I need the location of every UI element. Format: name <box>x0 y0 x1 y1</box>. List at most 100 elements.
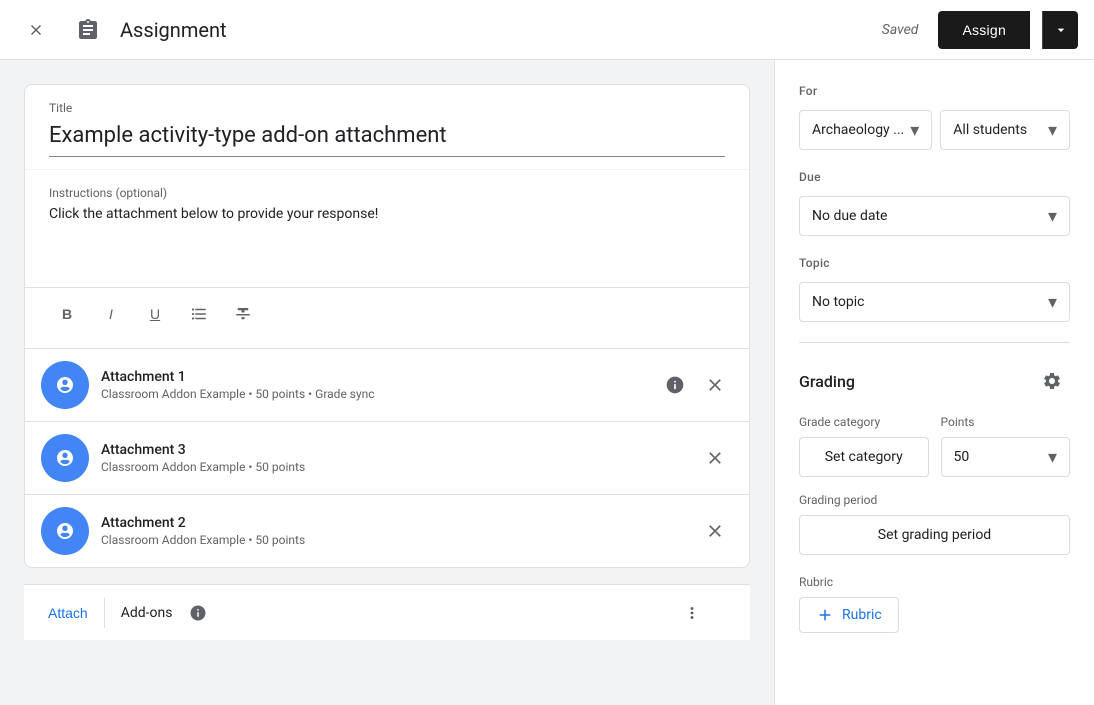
grade-row: Grade category Set category Points 50 ▾ <box>799 415 1070 477</box>
attachment-3-name: Attachment 3 <box>101 442 685 458</box>
due-dropdown[interactable]: No due date ▾ <box>799 196 1070 236</box>
instructions-label: Instructions (optional) <box>49 186 725 200</box>
close-icon <box>705 521 725 541</box>
info-icon <box>665 375 685 395</box>
for-row: Archaeology ... ▾ All students ▾ <box>799 110 1070 150</box>
grade-category-label: Grade category <box>799 415 929 429</box>
attachment-3-remove-button[interactable] <box>697 440 733 476</box>
gear-icon <box>1042 371 1062 391</box>
title-section: Title <box>25 85 749 157</box>
bold-button[interactable]: B <box>49 296 85 332</box>
attachment-2-remove-button[interactable] <box>697 513 733 549</box>
attachment-1-info-button[interactable] <box>657 367 693 403</box>
attachment-1-info: Attachment 1 Classroom Addon Example • 5… <box>101 369 645 401</box>
addons-info-button[interactable] <box>180 595 216 631</box>
addon-icon-2 <box>49 515 81 547</box>
more-vert-icon <box>683 604 701 622</box>
points-value: 50 <box>954 449 1044 465</box>
class-dropdown[interactable]: Archaeology ... ▾ <box>799 110 932 150</box>
underline-button[interactable]: U <box>137 296 173 332</box>
attachment-row: Attachment 2 Classroom Addon Example • 5… <box>25 494 749 567</box>
topic-label: Topic <box>799 256 1070 270</box>
title-input[interactable] <box>49 119 725 157</box>
topic-value: No topic <box>812 294 1042 310</box>
attachment-2-name: Attachment 2 <box>101 515 685 531</box>
rubric-label: Rubric <box>799 575 1070 589</box>
add-rubric-button[interactable]: Rubric <box>799 597 899 633</box>
points-dropdown[interactable]: 50 ▾ <box>941 437 1071 477</box>
grade-category-col: Grade category Set category <box>799 415 929 477</box>
addons-label: Add-ons <box>121 605 173 621</box>
addons-section: Add-ons <box>105 595 726 631</box>
set-grading-period-button[interactable]: Set grading period <box>799 515 1070 555</box>
info-icon <box>189 604 207 622</box>
chevron-down-icon <box>1053 22 1069 38</box>
set-category-button[interactable]: Set category <box>799 437 929 477</box>
topic-dropdown-arrow: ▾ <box>1048 292 1057 313</box>
close-icon <box>705 375 725 395</box>
topic-dropdown[interactable]: No topic ▾ <box>799 282 1070 322</box>
instructions-textarea[interactable]: Click the attachment below to provide yo… <box>49 204 725 267</box>
addons-more-button[interactable] <box>674 595 710 631</box>
main-card: Title Instructions (optional) Click the … <box>24 84 750 568</box>
formatting-toolbar: B I U <box>25 287 749 348</box>
main-layout: Title Instructions (optional) Click the … <box>0 60 1094 705</box>
grading-title: Grading <box>799 372 855 391</box>
attachment-2-actions <box>697 513 733 549</box>
bottom-bar: Attach Add-ons <box>24 584 750 640</box>
attachment-1-meta: Classroom Addon Example • 50 points • Gr… <box>101 387 645 401</box>
strikethrough-button[interactable] <box>225 296 261 332</box>
assignment-icon <box>68 10 108 50</box>
class-dropdown-arrow: ▾ <box>910 120 919 141</box>
addon-icon-1 <box>49 369 81 401</box>
divider <box>799 342 1070 343</box>
attachment-1-actions <box>657 367 733 403</box>
list-icon <box>190 305 208 323</box>
due-label: Due <box>799 170 1070 184</box>
attachment-2-meta: Classroom Addon Example • 50 points <box>101 533 685 547</box>
attachment-2-icon <box>41 507 89 555</box>
title-label: Title <box>49 101 725 115</box>
instructions-section: Instructions (optional) Click the attach… <box>25 169 749 287</box>
attachment-2-info: Attachment 2 Classroom Addon Example • 5… <box>101 515 685 547</box>
topbar: Assignment Saved Assign <box>0 0 1094 60</box>
list-button[interactable] <box>181 296 217 332</box>
attachment-3-meta: Classroom Addon Example • 50 points <box>101 460 685 474</box>
grading-period-label: Grading period <box>799 493 1070 507</box>
students-dropdown[interactable]: All students ▾ <box>940 110 1070 150</box>
due-value: No due date <box>812 208 1042 224</box>
close-icon <box>27 21 45 39</box>
add-rubric-label: Rubric <box>842 607 882 623</box>
attach-button[interactable]: Attach <box>48 585 104 640</box>
points-label: Points <box>941 415 1071 429</box>
attachment-row: Attachment 1 Classroom Addon Example • 5… <box>25 348 749 421</box>
strikethrough-icon <box>234 305 252 323</box>
grading-settings-button[interactable] <box>1034 363 1070 399</box>
students-value: All students <box>953 122 1042 138</box>
due-dropdown-arrow: ▾ <box>1048 206 1057 227</box>
close-button[interactable] <box>16 10 56 50</box>
attachment-3-icon <box>41 434 89 482</box>
for-label: For <box>799 84 1070 98</box>
saved-status: Saved <box>882 22 919 38</box>
addon-icon-3 <box>49 442 81 474</box>
left-panel: Title Instructions (optional) Click the … <box>0 60 774 705</box>
students-dropdown-arrow: ▾ <box>1048 120 1057 141</box>
points-dropdown-arrow: ▾ <box>1048 447 1057 468</box>
attachment-1-name: Attachment 1 <box>101 369 645 385</box>
italic-button[interactable]: I <box>93 296 129 332</box>
page-title: Assignment <box>120 18 870 42</box>
right-panel: For Archaeology ... ▾ All students ▾ Due… <box>774 60 1094 705</box>
points-col: Points 50 ▾ <box>941 415 1071 477</box>
attachment-row: Attachment 3 Classroom Addon Example • 5… <box>25 421 749 494</box>
assign-button[interactable]: Assign <box>938 11 1030 49</box>
class-value: Archaeology ... <box>812 122 904 138</box>
attachment-3-actions <box>697 440 733 476</box>
attachment-1-icon <box>41 361 89 409</box>
grading-header: Grading <box>799 363 1070 399</box>
assign-dropdown-button[interactable] <box>1042 11 1078 49</box>
close-icon <box>705 448 725 468</box>
add-icon <box>816 606 834 624</box>
attachment-3-info: Attachment 3 Classroom Addon Example • 5… <box>101 442 685 474</box>
attachment-1-remove-button[interactable] <box>697 367 733 403</box>
